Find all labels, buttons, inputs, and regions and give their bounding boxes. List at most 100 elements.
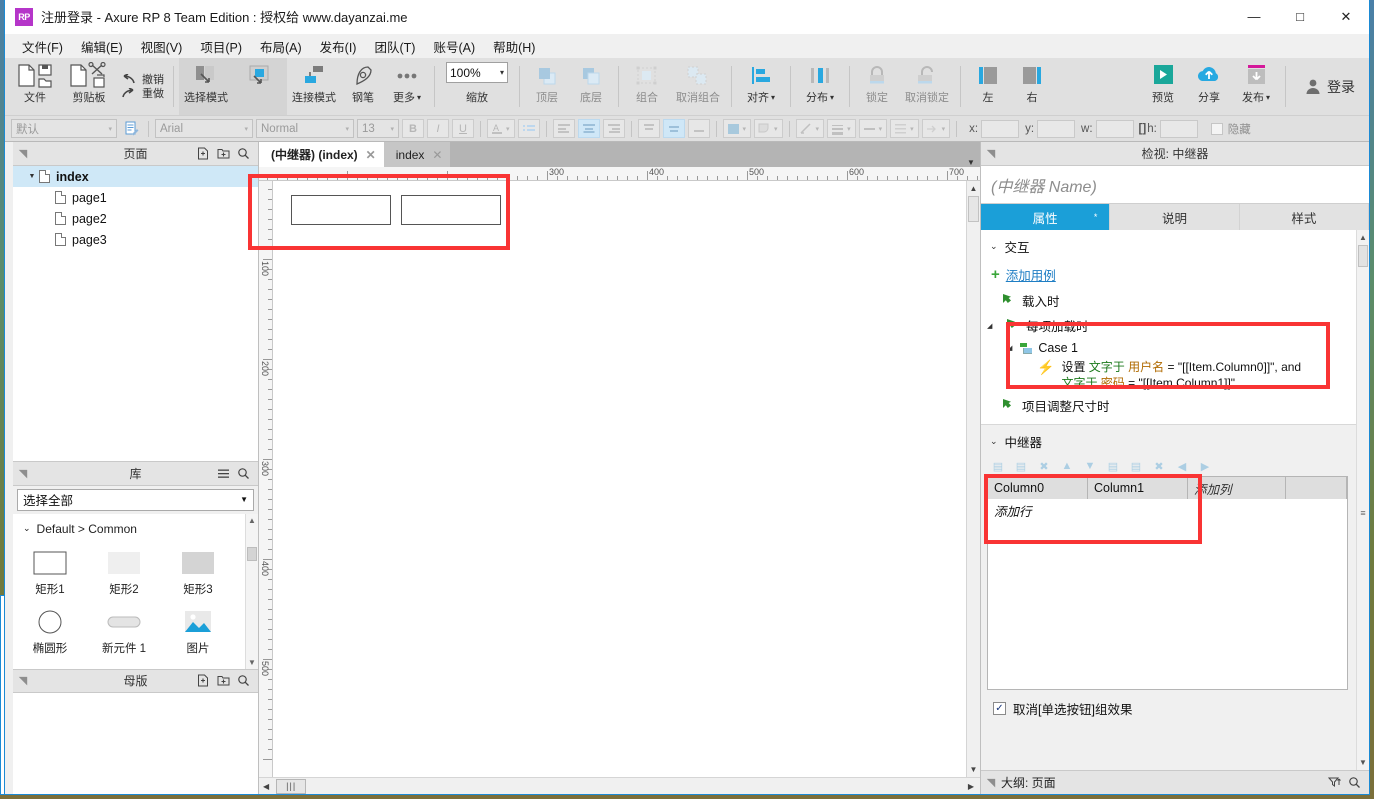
tab-repeater-index[interactable]: (中继器) (index) ✕: [259, 142, 384, 167]
add-case-button[interactable]: + 添加用例: [981, 261, 1356, 288]
canvas-horizontal-scrollbar[interactable]: ◀ ||| ▶: [259, 777, 980, 794]
insert-row-above-icon[interactable]: ▤: [1106, 460, 1120, 473]
close-button[interactable]: ✕: [1323, 0, 1369, 34]
menu-icon[interactable]: [216, 466, 231, 481]
delete-col-icon[interactable]: ✖: [1037, 460, 1051, 473]
action-row-set-text[interactable]: ⚡ 设置 文字于 用户名 = "[[Item.Column0]]", and 文…: [981, 357, 1356, 393]
align-right-button[interactable]: [602, 119, 625, 138]
tab-notes[interactable]: 说明: [1110, 204, 1240, 230]
case-row-1[interactable]: ◢ Case 1: [981, 338, 1356, 357]
insert-col-before-icon[interactable]: ▤: [991, 460, 1005, 473]
insert-row-below-icon[interactable]: ▤: [1129, 460, 1143, 473]
design-canvas[interactable]: [273, 181, 966, 777]
right-panel-toggle[interactable]: 右: [1010, 58, 1054, 115]
add-page-icon[interactable]: [196, 146, 211, 161]
library-filter-select[interactable]: 选择全部 ▼: [17, 488, 254, 511]
w-input[interactable]: [1095, 119, 1134, 138]
repeater-column-1-header[interactable]: Column1: [1088, 477, 1188, 499]
menu-view[interactable]: 视图(V): [132, 34, 192, 59]
interaction-section-header[interactable]: ⌄ 交互: [981, 230, 1356, 261]
event-onitemload[interactable]: ◢ 每项加载时: [981, 313, 1356, 338]
scroll-up-icon[interactable]: ▲: [1359, 233, 1367, 242]
page-item-page2[interactable]: page2: [13, 208, 258, 229]
close-icon[interactable]: ✕: [432, 148, 442, 162]
library-item-ellipse[interactable]: 椭圆形: [13, 603, 87, 662]
maximize-button[interactable]: □: [1277, 0, 1323, 34]
undo-button[interactable]: 撤销: [121, 73, 164, 86]
line-arrow-button[interactable]: ▾: [890, 119, 919, 138]
event-onresize[interactable]: 项目调整尺寸时: [981, 393, 1356, 421]
move-col-left-icon[interactable]: ◀: [1175, 460, 1189, 473]
minimize-button[interactable]: —: [1231, 0, 1277, 34]
bring-to-front-button[interactable]: 顶层: [525, 58, 569, 115]
line-style-button[interactable]: ▾: [858, 119, 888, 138]
arrow-style-button[interactable]: ▾: [921, 119, 951, 138]
menu-edit[interactable]: 编辑(E): [72, 34, 132, 59]
menu-project[interactable]: 项目(P): [191, 34, 251, 59]
checkbox[interactable]: ✓: [993, 702, 1006, 715]
repeater-column-0-header[interactable]: Column0: [988, 477, 1088, 499]
align-left-button[interactable]: [552, 119, 575, 138]
valign-bottom-button[interactable]: [687, 119, 710, 138]
font-family-select[interactable]: Arial ▾: [155, 119, 253, 138]
scrollbar-thumb[interactable]: [968, 196, 979, 222]
italic-button[interactable]: I: [427, 119, 449, 138]
canvas-vertical-scrollbar[interactable]: ▲ ▼: [966, 181, 980, 777]
repeater-add-column[interactable]: 添加列: [1188, 477, 1286, 499]
menu-file[interactable]: 文件(F): [13, 34, 72, 59]
left-panel-toggle[interactable]: 左: [966, 58, 1010, 115]
menu-layout[interactable]: 布局(A): [251, 34, 311, 59]
move-col-right-icon[interactable]: ▶: [1198, 460, 1212, 473]
aspect-lock-icon[interactable]: []: [1134, 123, 1147, 135]
widget-name-input[interactable]: (中继器 Name): [981, 166, 1369, 204]
preview-button[interactable]: 预览: [1140, 58, 1186, 115]
zoom-select[interactable]: 100% ▾: [446, 62, 508, 83]
library-item-newwidget1[interactable]: 新元件 1: [87, 603, 161, 662]
valign-top-button[interactable]: [637, 119, 660, 138]
page-item-page3[interactable]: page3: [13, 229, 258, 250]
search-icon[interactable]: [236, 146, 251, 161]
x-input[interactable]: [981, 119, 1020, 138]
close-icon[interactable]: ✕: [366, 148, 376, 162]
repeater-add-row[interactable]: 添加行: [988, 499, 1347, 522]
tab-index[interactable]: index ✕: [383, 142, 451, 167]
line-width-button[interactable]: ▾: [827, 119, 856, 138]
add-master-folder-icon[interactable]: [216, 673, 231, 688]
underline-button[interactable]: U: [452, 119, 474, 138]
connect-mode-button-real[interactable]: 连接模式: [287, 58, 341, 115]
event-onload[interactable]: 载入时: [981, 288, 1356, 313]
shadow-button[interactable]: ▾: [754, 119, 783, 138]
filter-icon[interactable]: [1327, 775, 1342, 790]
repeater-radio-group-option[interactable]: ✓ 取消[单选按钮]组效果: [981, 690, 1356, 718]
repeater-section-header[interactable]: ⌄ 中继器: [981, 425, 1356, 456]
share-button[interactable]: 分享: [1186, 58, 1232, 115]
font-color-button[interactable]: A ▾: [487, 119, 515, 138]
bullet-list-button[interactable]: [517, 119, 540, 138]
library-scrollbar[interactable]: ▲ ▼: [245, 513, 258, 669]
connect-mode-button[interactable]: 连接模式: [233, 58, 287, 115]
send-to-back-button[interactable]: 底层: [569, 58, 613, 115]
scrollbar-thumb[interactable]: |||: [276, 778, 307, 794]
library-item-rect3[interactable]: 矩形3: [161, 544, 235, 603]
library-item-rect2[interactable]: 矩形2: [87, 544, 161, 603]
search-icon[interactable]: [236, 673, 251, 688]
tab-style[interactable]: 样式: [1239, 204, 1369, 230]
library-item-rect1[interactable]: 矩形1: [13, 544, 87, 603]
chevron-down-icon[interactable]: ◢: [987, 322, 997, 330]
align-button[interactable]: 对齐 ▾: [737, 58, 785, 115]
group-button[interactable]: 组合: [624, 58, 670, 115]
collapse-panel-icon[interactable]: ◥: [13, 147, 33, 160]
scroll-right-icon[interactable]: ▶: [962, 782, 980, 791]
scroll-up-icon[interactable]: ▲: [970, 184, 978, 193]
h-input[interactable]: [1159, 119, 1198, 138]
file-toolbar-button[interactable]: 文件: [9, 58, 61, 115]
line-color-button[interactable]: ▾: [795, 119, 825, 138]
login-button[interactable]: 登录: [1291, 58, 1369, 115]
tabstrip-overflow-icon[interactable]: ▼: [962, 158, 980, 167]
widget-style-select[interactable]: 默认 ▾: [11, 119, 117, 138]
library-item-image[interactable]: 图片: [161, 603, 235, 662]
menu-help[interactable]: 帮助(H): [484, 34, 544, 59]
menu-team[interactable]: 团队(T): [365, 34, 424, 59]
clipboard-toolbar-button[interactable]: 剪贴板: [61, 58, 117, 115]
add-folder-icon[interactable]: [216, 146, 231, 161]
